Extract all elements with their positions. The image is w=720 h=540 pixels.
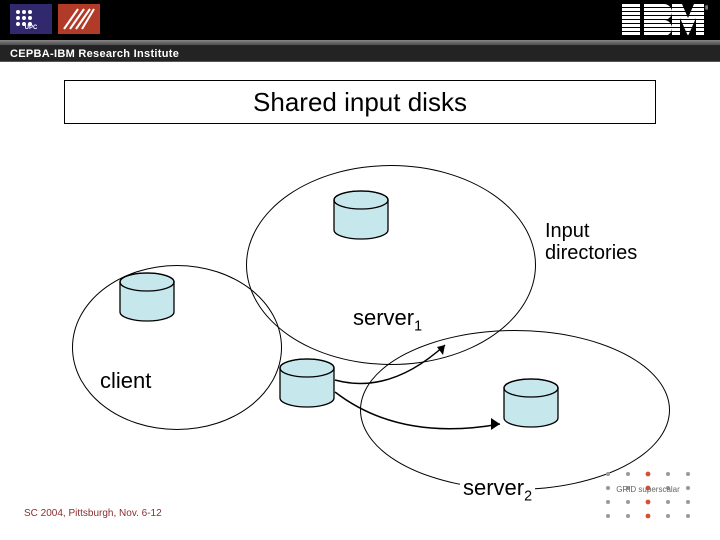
label-client: client bbox=[100, 368, 151, 394]
input-dirs-line1: Input bbox=[545, 220, 589, 242]
svg-text:GRID superscalar: GRID superscalar bbox=[616, 485, 680, 494]
cylinder-icon bbox=[118, 272, 176, 326]
label-server1: server1 bbox=[350, 305, 425, 334]
footer-text: SC 2004, Pittsburgh, Nov. 6-12 bbox=[24, 508, 162, 519]
input-dirs-line2: directories bbox=[545, 242, 637, 264]
cylinder-icon bbox=[278, 358, 336, 412]
client-text: client bbox=[100, 368, 151, 393]
server1-sub: 1 bbox=[414, 318, 422, 334]
label-input-directories: Input directories bbox=[545, 220, 637, 264]
grid-dots-icon: GRID superscalar bbox=[598, 466, 698, 522]
server2-sub: 2 bbox=[524, 488, 532, 504]
diagram-canvas: Input directories server1 client server2 bbox=[0, 0, 720, 540]
cylinder-shared-bottom bbox=[278, 358, 336, 412]
cylinder-client bbox=[118, 272, 176, 326]
cylinder-icon bbox=[502, 378, 560, 432]
ellipse-client bbox=[72, 265, 282, 430]
server1-base: server bbox=[353, 305, 414, 330]
server2-base: server bbox=[463, 475, 524, 500]
cylinder-server1-top bbox=[332, 190, 390, 244]
cylinder-server2 bbox=[502, 378, 560, 432]
grid-superscalar-logo: GRID superscalar bbox=[598, 466, 698, 522]
arrow-to-server2 bbox=[330, 382, 510, 462]
cylinder-icon bbox=[332, 190, 390, 244]
label-server2: server2 bbox=[460, 475, 535, 504]
